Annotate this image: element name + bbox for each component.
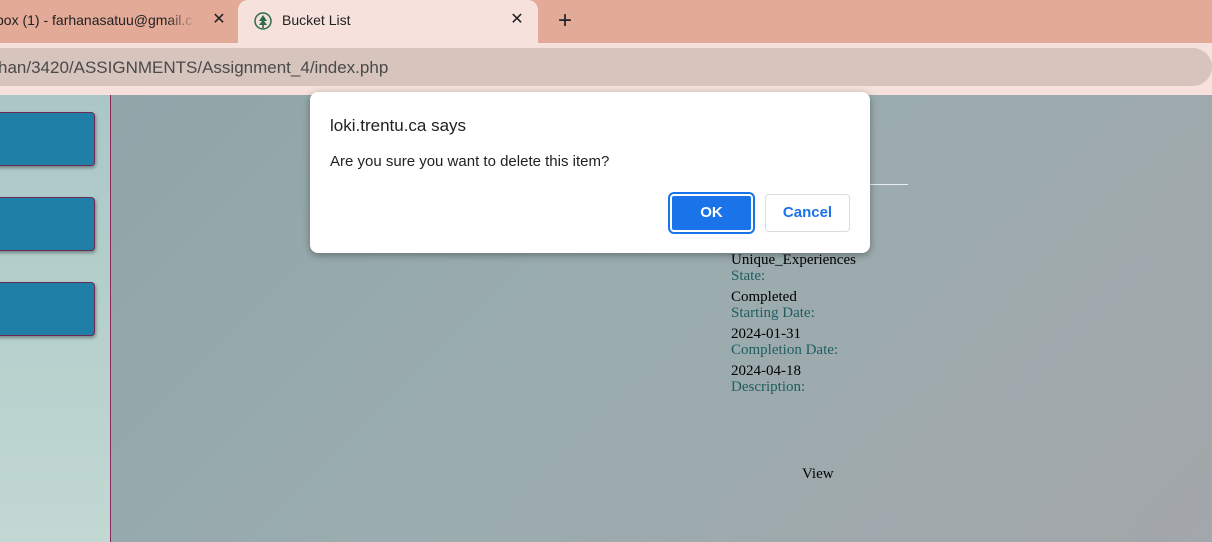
dialog-origin: loki.trentu.ca says	[330, 116, 467, 135]
close-icon[interactable]: ✕	[209, 10, 229, 30]
tab-title: box (1) - farhanasatuu@gmail.c	[0, 12, 193, 28]
url-text: han/3420/ASSIGNMENTS/Assignment_4/index.…	[0, 58, 389, 77]
tree-icon	[254, 12, 272, 30]
confirm-dialog: loki.trentu.ca says Are you sure you wan…	[310, 92, 870, 253]
category-value: Unique_Experiences	[731, 252, 856, 268]
sidebar-button-3[interactable]	[0, 282, 95, 336]
tab-gmail[interactable]: box (1) - farhanasatuu@gmail.c ✕	[0, 0, 238, 43]
state-value: Completed	[731, 289, 797, 305]
dialog-message: Are you sure you want to delete this ite…	[330, 153, 610, 170]
ok-button[interactable]: OK	[670, 194, 753, 232]
sidebar	[0, 95, 111, 542]
tab-strip: box (1) - farhanasatuu@gmail.c ✕ Bucket …	[0, 0, 1212, 43]
new-tab-button[interactable]: +	[552, 8, 578, 34]
state-label: State:	[731, 268, 766, 284]
browser-toolbar: han/3420/ASSIGNMENTS/Assignment_4/index.…	[0, 43, 1212, 90]
start-date-label: Starting Date:	[731, 305, 815, 321]
close-icon[interactable]: ✕	[507, 10, 527, 30]
sidebar-button-2[interactable]	[0, 197, 95, 251]
tab-bucket-list[interactable]: Bucket List ✕	[238, 0, 538, 43]
cancel-button[interactable]: Cancel	[765, 194, 850, 232]
sidebar-button-1[interactable]	[0, 112, 95, 166]
tab-title: Bucket List	[282, 12, 351, 28]
completion-date-label: Completion Date:	[731, 342, 839, 358]
description-label: Description:	[731, 379, 806, 395]
start-date-value: 2024-01-31	[731, 326, 801, 342]
completion-date-value: 2024-04-18	[731, 363, 801, 379]
address-bar[interactable]: han/3420/ASSIGNMENTS/Assignment_4/index.…	[0, 48, 1212, 86]
view-link[interactable]: View	[802, 466, 834, 483]
